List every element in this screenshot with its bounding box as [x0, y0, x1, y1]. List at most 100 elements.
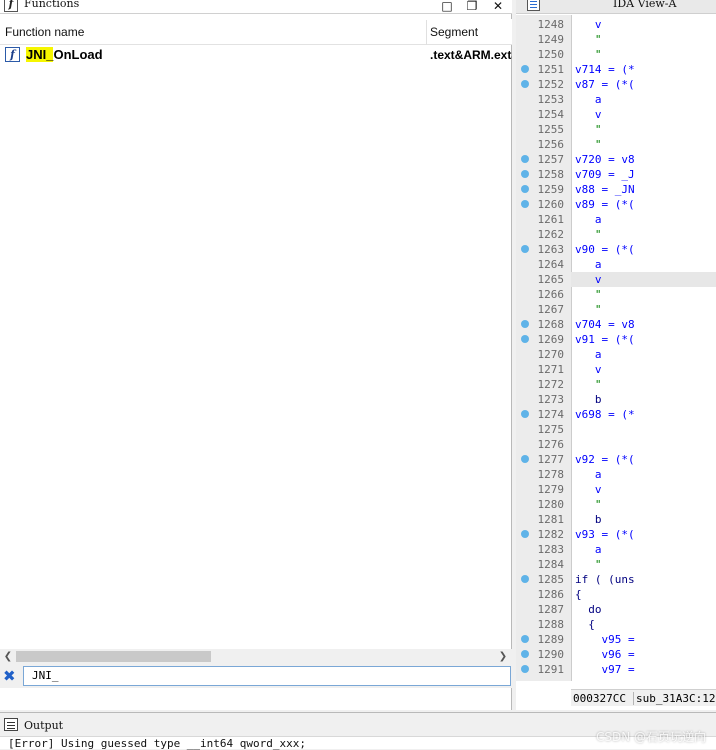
tab-ida-view-a[interactable]: IDA View-A: [516, 0, 716, 14]
line-number: 1262: [537, 228, 565, 241]
breakpoint-dot-icon[interactable]: [521, 530, 529, 538]
code-line[interactable]: 1289 v95 =: [516, 632, 716, 647]
code-line[interactable]: 1260 v89 = (*(: [516, 197, 716, 212]
code-line[interactable]: 1287 do: [516, 602, 716, 617]
line-number: 1285: [537, 573, 565, 586]
code-line[interactable]: 1270 a: [516, 347, 716, 362]
disassembly-view-icon: [527, 0, 540, 11]
restore-icon[interactable]: ❐: [465, 0, 479, 12]
code-text: v92 = (*(: [575, 453, 635, 466]
code-text: v: [575, 363, 602, 376]
code-text: v720 = v8: [575, 153, 635, 166]
code-line[interactable]: 1275: [516, 422, 716, 437]
code-line[interactable]: 1252 v87 = (*(: [516, 77, 716, 92]
code-line[interactable]: 1272 ": [516, 377, 716, 392]
code-line[interactable]: 1269 v91 = (*(: [516, 332, 716, 347]
breakpoint-dot-icon[interactable]: [521, 245, 529, 253]
code-text: v704 = v8: [575, 318, 635, 331]
code-line[interactable]: 1283 a: [516, 542, 716, 557]
output-window-icon: [4, 718, 18, 731]
code-line[interactable]: 1257 v720 = v8: [516, 152, 716, 167]
code-text: v89 = (*(: [575, 198, 635, 211]
line-number: 1249: [537, 33, 565, 46]
code-line[interactable]: 1285 if ( (uns: [516, 572, 716, 587]
breakpoint-dot-icon[interactable]: [521, 185, 529, 193]
breakpoint-dot-icon[interactable]: [521, 665, 529, 673]
horizontal-scrollbar[interactable]: ❮ ❯: [0, 649, 512, 664]
code-line[interactable]: 1291 v97 =: [516, 662, 716, 677]
code-line[interactable]: 1249 ": [516, 32, 716, 47]
code-line[interactable]: 1261 a: [516, 212, 716, 227]
code-text: v97 =: [575, 663, 635, 676]
filter-input[interactable]: JNI_: [23, 666, 511, 686]
line-number: 1264: [537, 258, 565, 271]
code-line[interactable]: 1265 v: [516, 272, 716, 287]
scroll-left-icon[interactable]: ❮: [2, 650, 14, 663]
code-line[interactable]: 1278 a: [516, 467, 716, 482]
code-line[interactable]: 1250 ": [516, 47, 716, 62]
code-line[interactable]: 1253 a: [516, 92, 716, 107]
code-line[interactable]: 1254 v: [516, 107, 716, 122]
line-number: 1273: [537, 393, 565, 406]
code-line[interactable]: 1255 ": [516, 122, 716, 137]
code-line[interactable]: 1262 ": [516, 227, 716, 242]
code-line[interactable]: 1251 v714 = (*: [516, 62, 716, 77]
breakpoint-dot-icon[interactable]: [521, 650, 529, 658]
code-line[interactable]: 1258 v709 = _J: [516, 167, 716, 182]
column-function-name[interactable]: Function name: [5, 25, 84, 39]
line-number: 1252: [537, 78, 565, 91]
table-row[interactable]: f JNI_OnLoad .text&ARM.extab: [0, 46, 512, 66]
line-number: 1257: [537, 153, 565, 166]
code-line[interactable]: 1281 b: [516, 512, 716, 527]
code-line[interactable]: 1264 a: [516, 257, 716, 272]
code-line[interactable]: 1279 v: [516, 482, 716, 497]
code-line[interactable]: 1273 b: [516, 392, 716, 407]
code-line[interactable]: 1288 {: [516, 617, 716, 632]
breakpoint-dot-icon[interactable]: [521, 455, 529, 463]
scroll-thumb[interactable]: [16, 651, 211, 662]
clear-filter-icon[interactable]: ✖: [3, 667, 16, 685]
breakpoint-dot-icon[interactable]: [521, 170, 529, 178]
breakpoint-dot-icon[interactable]: [521, 320, 529, 328]
line-number: 1283: [537, 543, 565, 556]
line-number: 1290: [537, 648, 565, 661]
line-number: 1274: [537, 408, 565, 421]
line-number: 1256: [537, 138, 565, 151]
code-line[interactable]: 1268 v704 = v8: [516, 317, 716, 332]
code-line[interactable]: 1276: [516, 437, 716, 452]
code-line[interactable]: 1248 v: [516, 17, 716, 32]
breakpoint-dot-icon[interactable]: [521, 575, 529, 583]
code-line[interactable]: 1271 v: [516, 362, 716, 377]
code-line[interactable]: 1263 v90 = (*(: [516, 242, 716, 257]
function-icon: f: [4, 0, 18, 12]
code-line[interactable]: 1286 {: [516, 587, 716, 602]
column-divider[interactable]: [426, 20, 427, 45]
close-icon[interactable]: ✕: [491, 0, 505, 12]
code-text: b: [575, 513, 602, 526]
breakpoint-dot-icon[interactable]: [521, 335, 529, 343]
code-line[interactable]: 1284 ": [516, 557, 716, 572]
breakpoint-dot-icon[interactable]: [521, 155, 529, 163]
breakpoint-dot-icon[interactable]: [521, 635, 529, 643]
code-line[interactable]: 1267 ": [516, 302, 716, 317]
code-line[interactable]: 1266 ": [516, 287, 716, 302]
function-name[interactable]: JNI_OnLoad: [26, 47, 103, 62]
code-line[interactable]: 1282 v93 = (*(: [516, 527, 716, 542]
column-segment[interactable]: Segment: [430, 25, 478, 39]
code-line[interactable]: 1277 v92 = (*(: [516, 452, 716, 467]
tab-ida-view-a-label: IDA View-A: [613, 0, 677, 10]
breakpoint-dot-icon[interactable]: [521, 80, 529, 88]
line-number: 1277: [537, 453, 565, 466]
code-line[interactable]: 1290 v96 =: [516, 647, 716, 662]
breakpoint-dot-icon[interactable]: [521, 410, 529, 418]
code-line[interactable]: 1256 ": [516, 137, 716, 152]
ida-view-panel: IDA View-A 1248 v 1249 " 1250 " 1251 v714 = …: [516, 0, 716, 710]
scroll-right-icon[interactable]: ❯: [497, 650, 509, 663]
code-line[interactable]: 1280 ": [516, 497, 716, 512]
code-text: ": [575, 498, 602, 511]
breakpoint-dot-icon[interactable]: [521, 200, 529, 208]
code-line[interactable]: 1274 v698 = (*: [516, 407, 716, 422]
breakpoint-dot-icon[interactable]: [521, 65, 529, 73]
minimize-icon[interactable]: □: [440, 0, 454, 12]
code-line[interactable]: 1259 v88 = _JN: [516, 182, 716, 197]
